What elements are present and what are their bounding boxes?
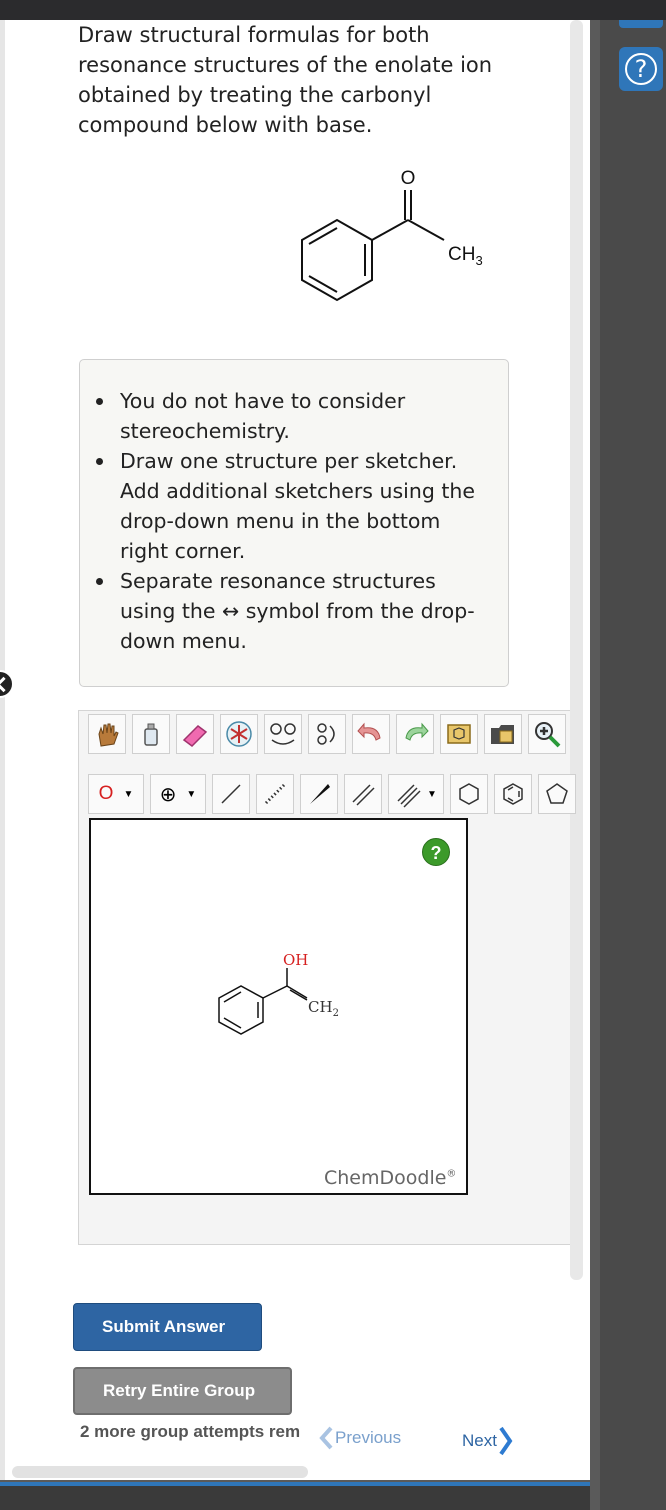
flip-horizontal-tool[interactable] (264, 714, 302, 754)
hand-tool[interactable] (88, 714, 126, 754)
sketcher-help-button[interactable]: ? (422, 838, 450, 866)
svg-text:CH3: CH3 (448, 244, 483, 268)
cyclohexane-tool[interactable] (450, 774, 488, 814)
bottle-icon (144, 723, 158, 746)
instructions-box: You do not have to consider stereochemis… (79, 359, 509, 687)
zoom-in-tool[interactable] (528, 714, 566, 754)
snowflake-icon (226, 721, 252, 747)
registered-mark: ® (446, 1168, 457, 1180)
chevron-right-icon (499, 1426, 513, 1456)
help-tab-top[interactable] (619, 20, 663, 28)
clear-tool[interactable] (132, 714, 170, 754)
zoom-in-icon (535, 722, 561, 748)
atom-tool-dropdown[interactable]: O ▼ (88, 774, 144, 814)
oh-label: OH (283, 951, 308, 969)
cyclopentane-tool[interactable] (538, 774, 576, 814)
eraser-icon (182, 725, 208, 747)
chemdoodle-label: ChemDoodle (324, 1167, 447, 1189)
rotate-tool[interactable] (308, 714, 346, 754)
ch2-subscript: 2 (333, 1008, 339, 1019)
next-button[interactable]: Next (462, 1426, 513, 1456)
triple-bond-dropdown[interactable]: ▼ (388, 774, 444, 814)
sketcher-canvas[interactable]: ? OH CH2 ChemDoodle® (89, 818, 468, 1195)
ch2-label: CH (308, 998, 333, 1016)
hand-icon (98, 723, 119, 747)
template-icon (447, 724, 471, 744)
wedge-bond-tool[interactable] (300, 774, 338, 814)
redo-arrow-icon (405, 722, 429, 741)
vertical-scrollbar[interactable] (570, 20, 583, 1280)
undo-arrow-icon (357, 722, 381, 741)
instruction-item: You do not have to consider stereochemis… (84, 386, 490, 446)
methyl-label: CH (448, 244, 475, 265)
cyclohexane-icon (459, 783, 479, 805)
chevron-down-icon: ▼ (186, 788, 197, 800)
chevron-left-icon (319, 1426, 333, 1450)
instruction-item: Draw one structure per sketcher. Add add… (84, 446, 490, 566)
instructions-list: You do not have to consider stereochemis… (96, 386, 490, 656)
top-bar (0, 0, 666, 20)
previous-label: Previous (335, 1428, 402, 1447)
clean-tool[interactable] (220, 714, 258, 754)
folder-icon (491, 725, 514, 744)
carbonyl-compound-structure: O CH3 (290, 160, 520, 335)
bottom-dark-bar (0, 1486, 590, 1510)
oxygen-label: O (401, 168, 416, 189)
eraser-tool[interactable] (176, 714, 214, 754)
chemdoodle-brand: ChemDoodle® (324, 1167, 456, 1189)
methyl-subscript: 3 (475, 253, 482, 268)
atom-tool-label: O (98, 783, 114, 804)
cyclopentane-icon (546, 783, 568, 804)
help-button[interactable]: ? (619, 47, 663, 91)
charge-plus-icon: ⊕ (159, 783, 177, 806)
drawn-enol-structure: OH CH2 (211, 950, 361, 1055)
question-text: Draw structural formulas for both resona… (78, 23, 493, 137)
double-bond-tool[interactable] (344, 774, 382, 814)
triple-bond-icon (397, 784, 421, 808)
submit-answer-button[interactable]: Submit Answer (73, 1303, 262, 1351)
attempts-remaining-text: 2 more group attempts rem (80, 1422, 301, 1441)
double-bond-icon (352, 784, 375, 806)
next-label: Next (462, 1431, 497, 1450)
template-tool[interactable] (440, 714, 478, 754)
help-icon: ? (625, 53, 657, 85)
chevron-down-icon: ▼ (427, 788, 437, 800)
sketcher-toolbar-bottom: O ▼ ⊕ ▼ ▼ (88, 774, 576, 814)
charge-tool-dropdown[interactable]: ⊕ ▼ (150, 774, 206, 814)
single-bond-icon (221, 784, 241, 804)
hashed-bond-tool[interactable] (256, 774, 294, 814)
retry-entire-group-button[interactable]: Retry Entire Group (73, 1367, 292, 1415)
undo-tool[interactable] (352, 714, 390, 754)
horizontal-scrollbar[interactable] (12, 1466, 308, 1478)
panel-left-edge (0, 20, 5, 1480)
instruction-item: Separate resonance structures using the … (84, 566, 490, 656)
redo-tool[interactable] (396, 714, 434, 754)
hashed-wedge-icon (264, 783, 286, 805)
benzene-icon (503, 783, 523, 805)
sketcher-toolbar-top (88, 714, 566, 754)
chevron-down-icon: ▼ (123, 788, 134, 800)
open-tool[interactable] (484, 714, 522, 754)
rotate-icon (317, 723, 335, 745)
flip-icon (270, 723, 296, 745)
previous-button[interactable]: Previous (319, 1426, 401, 1450)
right-sidebar-strip (600, 20, 666, 1510)
wedge-bond-icon (310, 784, 330, 804)
single-bond-tool[interactable] (212, 774, 250, 814)
benzene-tool[interactable] (494, 774, 532, 814)
svg-text:CH2: CH2 (308, 998, 339, 1019)
